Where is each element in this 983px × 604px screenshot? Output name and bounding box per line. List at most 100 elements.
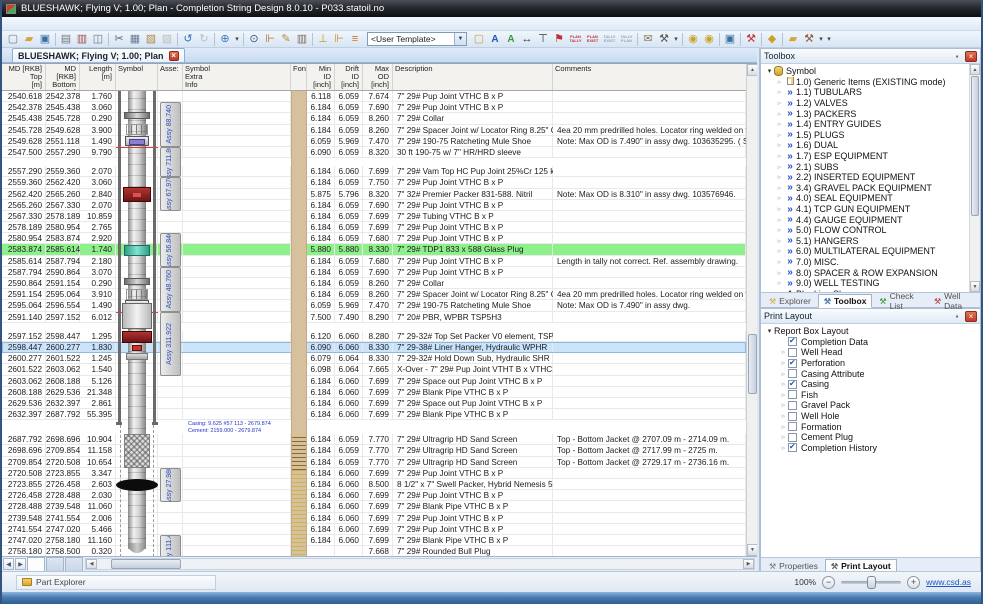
part-explorer-tab[interactable]: Part Explorer <box>16 575 216 590</box>
table-row[interactable]: 2747.020 2758.180 11.160 6.184 6.060 7.6… <box>2 535 746 546</box>
close-icon[interactable]: × <box>965 311 977 322</box>
table-row[interactable]: 2726.458 2728.488 2.030 6.184 6.060 7.69… <box>2 490 746 501</box>
expander-icon[interactable]: ▹ <box>775 247 784 255</box>
toolbox-item-seal-equipment[interactable]: ▹ 4.0) SEAL EQUIPMENT <box>761 193 980 204</box>
lock-icon[interactable]: ◆ <box>764 32 780 47</box>
table-row[interactable]: 2720.508 2723.855 3.347 6.184 6.060 7.69… <box>2 468 746 479</box>
table-row[interactable]: 2545.438 2545.728 0.290 6.184 6.059 8.26… <box>2 113 746 124</box>
tab-scroll-right-icon[interactable]: ▶ <box>15 558 26 570</box>
table-row[interactable]: 2565.260 2567.330 2.070 6.184 6.059 7.69… <box>2 200 746 211</box>
expander-icon[interactable]: ▹ <box>775 99 784 107</box>
toolbox-root-symbol[interactable]: ▾ Symbol <box>761 66 980 77</box>
tally-plan-view-icon[interactable]: TALLY PLAN <box>618 32 635 47</box>
table-row[interactable]: 2590.864 2591.154 0.290 6.184 6.059 8.26… <box>2 278 746 289</box>
dropdown-arrow-icon[interactable]: ▾ <box>817 32 825 47</box>
table-row[interactable]: 2557.290 2559.360 2.070 6.184 6.060 7.69… <box>2 166 746 177</box>
expander-icon[interactable]: ▹ <box>775 131 784 139</box>
expander-icon[interactable]: ▹ <box>775 78 784 86</box>
expander-icon[interactable]: ▹ <box>779 348 788 356</box>
table-row[interactable]: 2597.152 2598.447 1.295 6.120 6.060 8.28… <box>2 331 746 342</box>
table-row[interactable]: 2587.794 2590.864 3.070 6.184 6.059 7.69… <box>2 267 746 278</box>
assembly-label[interactable]: Assy 711.860 <box>160 147 181 177</box>
toolbox-item-gravel-pack-equipment[interactable]: ▹ 3.4) GRAVEL PACK EQUIPMENT <box>761 183 980 194</box>
expander-icon[interactable]: ▹ <box>779 401 788 409</box>
open-folder-icon[interactable]: ▰ <box>21 32 37 47</box>
zoom-icon[interactable]: ⊙ <box>246 32 262 47</box>
checkbox[interactable] <box>788 348 797 357</box>
toolbox-item-inserted-equipment[interactable]: ▹ 2.2) INSERTED EQUIPMENT <box>761 172 980 183</box>
edit-item-icon[interactable]: ✎ <box>278 32 294 47</box>
toolbar-separator[interactable] <box>780 32 785 47</box>
checkbox[interactable] <box>788 380 797 389</box>
expander-icon[interactable]: ▹ <box>775 279 784 287</box>
columns-icon[interactable]: ≡ <box>347 32 363 47</box>
table-row[interactable]: 2591.140 2597.152 6.012 7.500 7.490 8.29… <box>2 312 746 323</box>
table-row[interactable]: 2739.548 2741.554 2.006 6.184 6.060 7.69… <box>2 513 746 524</box>
close-icon[interactable]: × <box>169 51 179 61</box>
vertical-scrollbar[interactable]: ▲ ▼ <box>746 64 757 556</box>
checkbox[interactable] <box>788 369 797 378</box>
table-row[interactable]: 2580.954 2583.874 2.920 6.184 6.059 7.68… <box>2 233 746 244</box>
table-row[interactable]: 2545.728 2549.628 3.900 6.184 6.059 8.26… <box>2 125 746 136</box>
expander-icon[interactable]: ▾ <box>765 327 774 335</box>
close-icon[interactable]: × <box>965 51 977 62</box>
plan-tally-view-icon[interactable]: PLAN TALLY <box>567 32 584 47</box>
menu-item[interactable] <box>114 17 130 30</box>
expander-icon[interactable]: ▹ <box>779 444 788 452</box>
zoom-slider[interactable] <box>841 581 901 584</box>
expander-icon[interactable]: ▹ <box>775 184 784 192</box>
expander-icon[interactable]: ▹ <box>779 380 788 388</box>
toolbox-item-blanking-sleeve[interactable]: ▹ Blanking Sleeve <box>761 288 980 292</box>
expander-icon[interactable]: ▹ <box>775 237 784 245</box>
tab-explorer[interactable]: ⚒ Explorer <box>763 294 817 308</box>
toolbar-separator[interactable] <box>759 32 764 47</box>
expander-icon[interactable]: ▹ <box>775 163 784 171</box>
menu-item[interactable] <box>66 17 82 30</box>
font-icon[interactable]: A <box>487 32 503 47</box>
coins-alt-icon[interactable]: ◉ <box>701 32 717 47</box>
pin-icon[interactable]: ▪ <box>951 312 963 321</box>
fit-width-icon[interactable]: ↔ <box>519 32 535 47</box>
print-item-well-hole[interactable]: ▹ Well Hole <box>761 411 980 422</box>
zoom-in-button[interactable]: + <box>907 576 920 589</box>
table-row[interactable]: 2728.488 2739.548 11.060 6.184 6.060 7.6… <box>2 501 746 512</box>
toolbar-overflow-icon[interactable]: ▾ <box>825 32 833 47</box>
tab-well-data[interactable]: ⚒ Well Data <box>928 294 979 308</box>
redo-icon[interactable]: ↻ <box>196 32 212 47</box>
document-tab[interactable]: BLUESHAWK; Flying V; 1.00; Plan × <box>12 48 185 62</box>
datum-icon[interactable]: ⊤ <box>535 32 551 47</box>
computer-icon[interactable]: ▣ <box>722 32 738 47</box>
checkbox[interactable] <box>788 337 797 346</box>
toolbox-item-hangers[interactable]: ▹ 5.1) HANGERS <box>761 236 980 247</box>
table-row[interactable]: 2591.154 2595.064 3.910 6.184 6.059 8.26… <box>2 289 746 300</box>
toolbar-separator[interactable] <box>717 32 722 47</box>
menu-item[interactable] <box>34 17 50 30</box>
scroll-down-icon[interactable]: ▼ <box>970 281 980 292</box>
toolbox-item-generic-items[interactable]: ▹ 1.0) Generic Items (EXISTING mode) <box>761 77 980 88</box>
chevron-down-icon[interactable]: ▼ <box>454 33 466 45</box>
toolbox-item-packers[interactable]: ▹ 1.3) PACKERS <box>761 108 980 119</box>
expander-icon[interactable]: ▹ <box>775 269 784 277</box>
cut-icon[interactable]: ✂ <box>111 32 127 47</box>
dropdown-arrow-icon[interactable]: ▾ <box>233 32 241 47</box>
toolbox-item-spacer-row-expansion[interactable]: ▹ 8.0) SPACER & ROW EXPANSION <box>761 267 980 278</box>
tab-check-list[interactable]: ⚒ Check List <box>873 294 927 308</box>
toolbox-item-subs[interactable]: ▹ 2.1) SUBS <box>761 161 980 172</box>
print-item-formation[interactable]: ▹ Formation <box>761 421 980 432</box>
assembly-label[interactable]: Assy 67.970 <box>160 177 181 211</box>
title-bar[interactable]: BLUESHAWK; Flying V; 1.00; Plan - Comple… <box>2 0 981 17</box>
table-row[interactable]: 2723.855 2726.458 2.603 6.184 6.060 8.50… <box>2 479 746 490</box>
print-preview-icon[interactable]: ◫ <box>90 32 106 47</box>
table-row[interactable]: 2540.618 2542.378 1.760 6.118 6.059 7.67… <box>2 91 746 102</box>
expander-icon[interactable]: ▹ <box>775 205 784 213</box>
table-row[interactable]: 2758.180 2758.500 0.320 7.668 7" 29# Rou… <box>2 546 746 556</box>
scroll-right-icon[interactable]: ▶ <box>743 559 754 569</box>
sheet-tab-sketch[interactable] <box>46 557 64 571</box>
sheet-tab-well-path[interactable] <box>65 557 83 571</box>
print-item-completion-data[interactable]: ▹ Completion Data <box>761 337 980 348</box>
toolbox-item-misc[interactable]: ▹ 7.0) MISC. <box>761 257 980 268</box>
expander-icon[interactable]: ▾ <box>765 67 774 75</box>
menu-item[interactable] <box>82 17 98 30</box>
scroll-left-icon[interactable]: ◀ <box>86 559 97 569</box>
website-link[interactable]: www.csd.as <box>926 577 971 587</box>
